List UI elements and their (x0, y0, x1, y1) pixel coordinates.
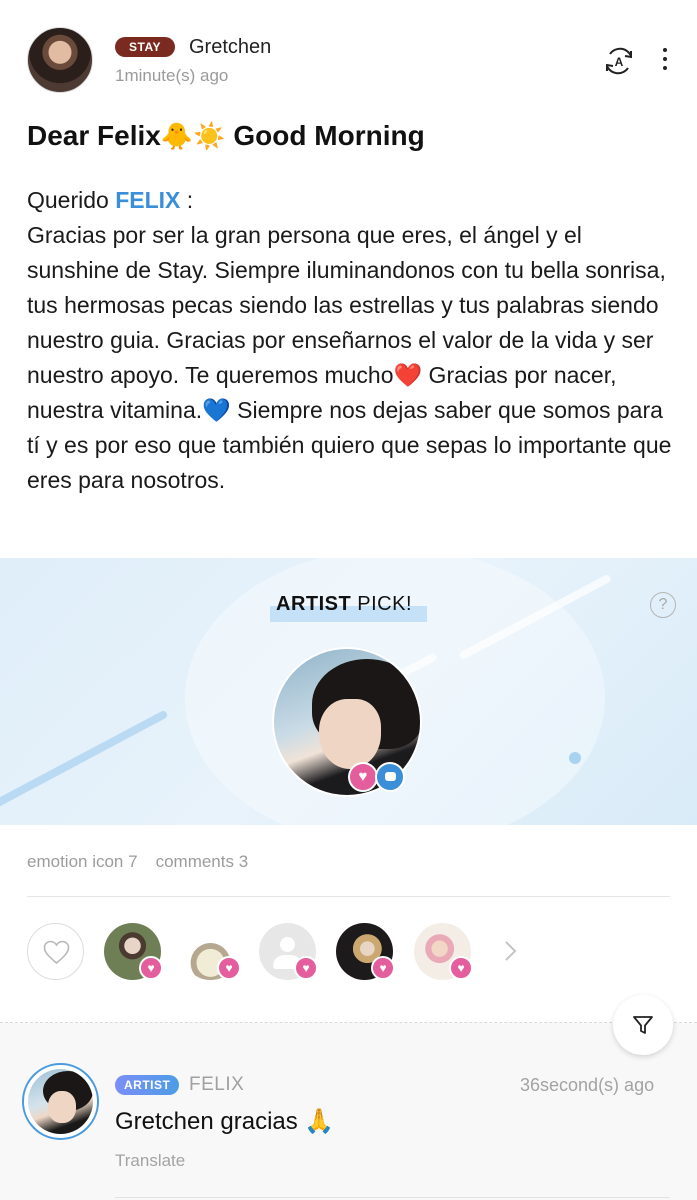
stats-divider (27, 896, 670, 897)
chevron-right-icon[interactable] (500, 940, 520, 962)
red-heart-emoji: ❤️ (393, 362, 423, 388)
reactor-avatar[interactable]: ♥ (259, 923, 318, 980)
body-paragraph: Gracias por ser la gran persona que eres… (27, 218, 677, 498)
greeting-suffix: : (180, 187, 194, 213)
artist-comment-icon (375, 762, 405, 792)
post-title-suffix: Good Morning (233, 120, 425, 151)
comment-avatar-photo (28, 1069, 93, 1134)
artist-pick-title: ARTIST PICK! (276, 593, 412, 616)
author-name[interactable]: Gretchen (189, 36, 271, 59)
post-time: 1minute(s) ago (115, 66, 229, 85)
author-avatar[interactable] (27, 27, 93, 93)
filter-icon (633, 1016, 653, 1034)
artist-pick-title-rest: PICK! (351, 593, 413, 615)
comment-author[interactable]: FELIX (189, 1074, 244, 1096)
heart-reaction-icon: ♥ (294, 956, 318, 980)
comment-avatar[interactable] (22, 1063, 99, 1140)
svg-text:A: A (615, 55, 624, 69)
greeting-prefix: Querido (27, 187, 116, 213)
artist-pick-banner: ARTIST PICK! ? ♥ (0, 558, 697, 825)
artist-photo-face (319, 699, 381, 769)
comment-divider (115, 1197, 670, 1198)
heart-reaction-icon: ♥ (217, 956, 241, 980)
help-icon[interactable]: ? (650, 592, 676, 618)
comment-text: Gretchen gracias 🙏 (115, 1108, 335, 1135)
heart-outline-icon (43, 940, 70, 965)
post-header: STAY Gretchen 1minute(s) ago A (0, 0, 697, 110)
blue-heart-emoji: 💙 (202, 397, 231, 423)
banner-decoration-stripe (0, 709, 169, 811)
greeting-line: Querido FELIX : (27, 183, 677, 218)
banner-decoration-dot (569, 752, 581, 764)
translate-link[interactable]: Translate (115, 1151, 185, 1171)
artist-pick-title-bold: ARTIST (276, 593, 352, 615)
artist-heart-reaction-icon: ♥ (348, 762, 378, 792)
like-button[interactable] (27, 923, 84, 980)
comment-count[interactable]: comments 3 (156, 852, 249, 871)
reactor-avatar[interactable]: ♥ (336, 923, 395, 980)
reactor-avatar[interactable]: ♥ (414, 923, 473, 980)
heart-reaction-icon: ♥ (449, 956, 473, 980)
more-vertical-icon[interactable] (657, 48, 673, 74)
translate-icon[interactable]: A (601, 43, 637, 79)
post-title-prefix: Dear Felix (27, 120, 161, 151)
heart-reaction-icon: ♥ (371, 956, 395, 980)
artist-badge: ARTIST (115, 1075, 180, 1095)
comment-time: 36second(s) ago (520, 1075, 655, 1095)
post-title: Dear Felix🐥☀️ Good Morning (27, 120, 425, 152)
mention-felix[interactable]: FELIX (115, 187, 180, 213)
comment-item: ARTIST FELIX 36second(s) ago Gretchen gr… (0, 1023, 697, 1200)
heart-reaction-icon: ♥ (139, 956, 163, 980)
comment-avatar-face (48, 1091, 76, 1123)
emotion-count[interactable]: emotion icon 7 (27, 852, 138, 871)
post-body: Querido FELIX : Gracias por ser la gran … (27, 183, 677, 498)
filter-button[interactable] (613, 995, 673, 1055)
reactor-avatar[interactable]: ♥ (104, 923, 163, 980)
title-emojis: 🐥☀️ (160, 121, 226, 151)
post-stats: emotion icon 7 comments 3 (27, 852, 248, 872)
reactor-avatar[interactable]: ♥ (182, 923, 241, 980)
stay-badge: STAY (115, 37, 176, 57)
